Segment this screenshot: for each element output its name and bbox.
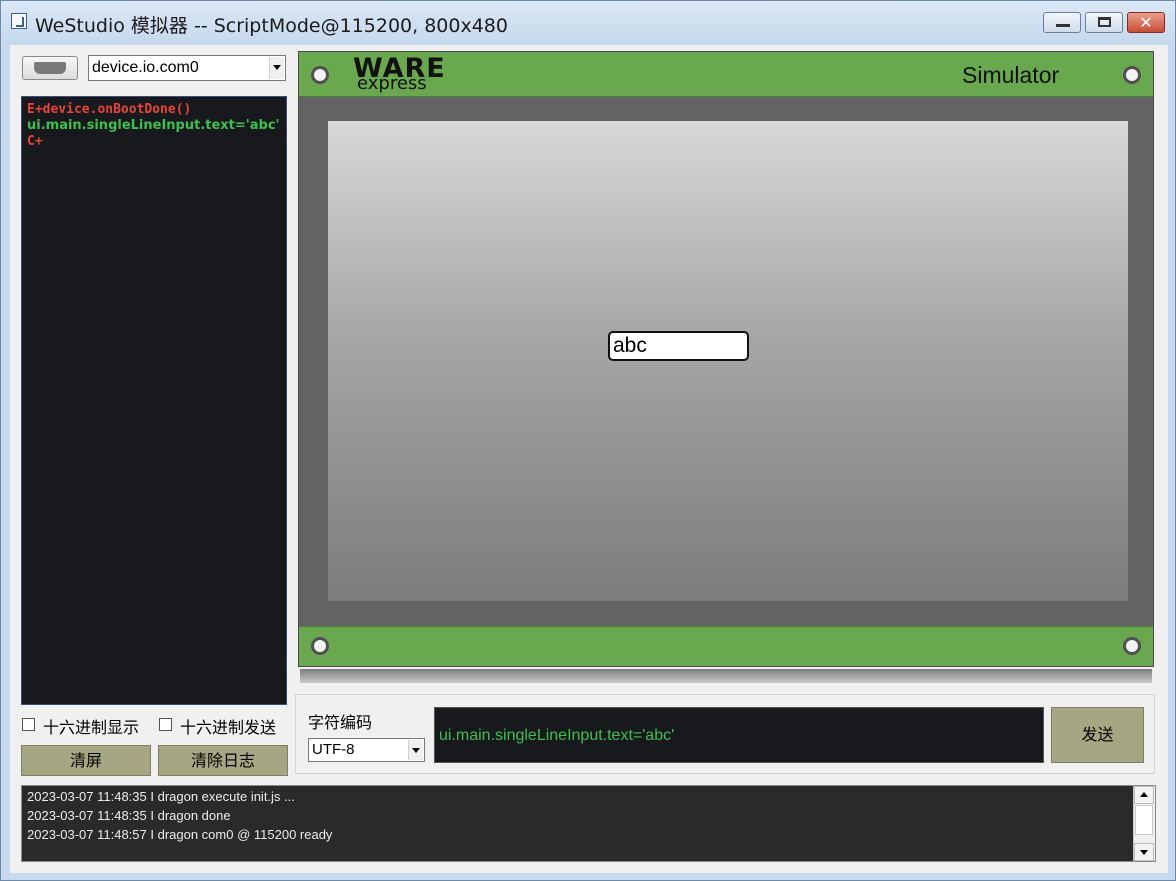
express-logo: express: [357, 73, 427, 94]
log-scrollbar[interactable]: [1133, 786, 1155, 861]
simulator-board: WARE express Simulator abc: [298, 51, 1154, 667]
encoding-label: 字符编码: [308, 713, 373, 732]
title-bar[interactable]: WeStudio 模拟器 -- ScriptMode@115200, 800x4…: [1, 1, 1175, 45]
scroll-thumb[interactable]: [1135, 805, 1153, 835]
send-button[interactable]: 发送: [1051, 707, 1144, 763]
clear-screen-button[interactable]: 清屏: [21, 745, 151, 776]
hex-send-label: 十六进制发送: [180, 718, 277, 737]
board-bottom-strip: [299, 626, 1153, 666]
simulator-panel: WARE express Simulator abc: [298, 51, 1154, 683]
window-title: WeStudio 模拟器 -- ScriptMode@115200, 800x4…: [35, 15, 508, 37]
screw-icon: [311, 637, 329, 655]
app-window: WeStudio 模拟器 -- ScriptMode@115200, 800x4…: [0, 0, 1176, 881]
command-input[interactable]: ui.main.singleLineInput.text='abc': [434, 707, 1044, 763]
log-pane[interactable]: 2023-03-07 11:48:35 I dragon execute ini…: [21, 785, 1156, 862]
chevron-down-icon[interactable]: [269, 57, 284, 79]
port-select-value: device.io.com0: [92, 59, 199, 76]
checkbox-box[interactable]: [22, 718, 35, 731]
client-area: device.io.com0 E+device.onBootDone() ui.…: [10, 45, 1168, 873]
minimize-icon: [1056, 24, 1070, 27]
encoding-select-value: UTF-8: [312, 741, 355, 758]
screw-icon: [1123, 66, 1141, 84]
port-select[interactable]: device.io.com0: [88, 55, 286, 81]
script-line: ui.main.singleLineInput.text='abc': [27, 118, 280, 133]
board-top-strip: WARE express Simulator: [299, 52, 1153, 97]
screw-icon: [1123, 637, 1141, 655]
simulator-title: Simulator: [962, 62, 1060, 88]
checkbox-box[interactable]: [159, 718, 172, 731]
script-output-pane[interactable]: E+device.onBootDone() ui.main.singleLine…: [21, 96, 287, 705]
scroll-down-icon[interactable]: [1134, 843, 1154, 861]
device-screen[interactable]: abc: [328, 121, 1128, 601]
encoding-select[interactable]: UTF-8: [308, 738, 425, 762]
close-button[interactable]: ✕: [1127, 12, 1165, 33]
maximize-icon: [1098, 17, 1111, 27]
script-line: C+: [27, 134, 43, 149]
log-line: 2023-03-07 11:48:35 I dragon done: [27, 808, 231, 823]
log-line: 2023-03-07 11:48:35 I dragon execute ini…: [27, 789, 295, 804]
app-icon: [11, 13, 27, 29]
minimize-button[interactable]: [1043, 12, 1081, 33]
script-line: E+device.onBootDone(): [27, 102, 192, 117]
hex-display-label: 十六进制显示: [43, 718, 140, 737]
serial-port-icon[interactable]: [22, 56, 78, 80]
scroll-up-icon[interactable]: [1134, 786, 1154, 804]
close-icon: ✕: [1139, 13, 1153, 32]
screw-icon: [311, 66, 329, 84]
log-line: 2023-03-07 11:48:57 I dragon com0 @ 1152…: [27, 827, 333, 842]
board-shadow: [300, 669, 1152, 683]
clear-log-button[interactable]: 清除日志: [158, 745, 288, 776]
maximize-button[interactable]: [1085, 12, 1123, 33]
chevron-down-icon[interactable]: [408, 740, 423, 760]
single-line-input[interactable]: abc: [608, 331, 749, 361]
